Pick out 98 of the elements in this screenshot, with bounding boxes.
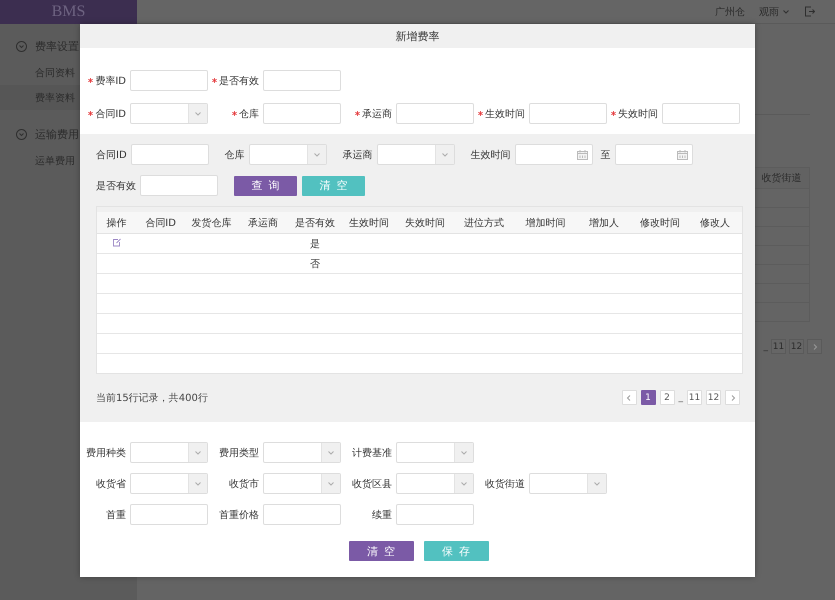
dropdown-field[interactable] — [396, 442, 474, 463]
field-label: 首重 — [106, 508, 126, 522]
date-field[interactable] — [514, 144, 593, 165]
page-button[interactable]: 11 — [687, 390, 702, 405]
page-gap: _ — [678, 392, 683, 402]
text-field[interactable] — [263, 504, 341, 525]
column-header: 失效时间 — [396, 212, 454, 234]
dropdown-field[interactable] — [130, 103, 208, 124]
column-header: 生效时间 — [341, 212, 396, 234]
column-header: 发货仓库 — [185, 212, 238, 234]
text-field[interactable] — [662, 103, 740, 124]
dialog-title: 新增费率 — [396, 28, 440, 44]
record-count: 当前15行记录，共400行 — [96, 392, 208, 404]
field-label: 是否有效 — [219, 74, 259, 88]
column-header: 修改人 — [688, 212, 742, 234]
dropdown-field[interactable] — [130, 473, 208, 494]
column-header: 操作 — [97, 212, 136, 234]
text-field[interactable] — [130, 70, 208, 91]
field-label: 是否有效 — [96, 180, 136, 192]
warehouse-label[interactable]: 广州仓 — [715, 4, 745, 18]
query-button[interactable]: 清空 — [348, 541, 414, 561]
text-field[interactable] — [140, 175, 218, 196]
text-field[interactable] — [130, 504, 208, 525]
query-button[interactable]: 查询 — [234, 176, 297, 196]
column-header: 承运商 — [238, 212, 288, 234]
field-label: 生效时间 — [470, 148, 511, 162]
dropdown-field[interactable] — [263, 442, 341, 463]
chevron-down-icon — [194, 448, 202, 456]
calendar-icon — [676, 150, 688, 160]
field-label: 收货市 — [229, 478, 259, 490]
field-label: 收货街道 — [485, 478, 525, 490]
page-button[interactable]: 12 — [789, 339, 804, 354]
field-label: 失效时间 — [618, 108, 658, 120]
dropdown-field[interactable] — [263, 473, 341, 494]
next-page-button[interactable] — [807, 339, 822, 354]
page-button[interactable]: 11 — [771, 339, 786, 354]
field-label: 承运商 — [342, 148, 373, 162]
text-field[interactable] — [263, 70, 341, 91]
field-label: 承运商 — [362, 108, 392, 120]
calendar-icon — [576, 150, 588, 160]
field-label: 至 — [600, 148, 611, 162]
page-button[interactable]: 12 — [706, 390, 721, 405]
edit-icon[interactable] — [112, 238, 122, 246]
dropdown-field[interactable] — [248, 144, 327, 165]
previous-page-button[interactable] — [622, 390, 636, 405]
field-label: 合同ID — [95, 108, 126, 120]
field-label: 计费基准 — [352, 446, 392, 460]
page-button[interactable]: 2 — [660, 390, 674, 405]
chevron-down-icon — [460, 480, 468, 488]
field-label: 收货省 — [96, 478, 126, 490]
column-header: 增加人 — [576, 212, 632, 234]
chevron-circle-icon — [16, 128, 27, 140]
chevron-down-icon — [460, 448, 468, 456]
chevron-down-icon — [593, 480, 601, 488]
field-label: 费率ID — [95, 74, 126, 88]
dropdown-field[interactable] — [529, 473, 607, 494]
text-field[interactable] — [396, 504, 474, 525]
action-button[interactable]: 保存 — [424, 541, 488, 561]
column-header: 进位方式 — [453, 212, 515, 234]
field-label: 续重 — [372, 508, 392, 522]
page-button[interactable]: 1 — [640, 390, 656, 405]
column-header: 是否有效 — [288, 212, 342, 234]
chevron-down-icon — [440, 150, 449, 158]
field-label: 费用类型 — [219, 446, 259, 460]
chevron-down-icon — [782, 8, 790, 16]
chevron-left-icon — [625, 394, 633, 402]
chevron-down-icon — [327, 448, 335, 456]
field-label: 费用种类 — [86, 446, 126, 460]
chevron-circle-icon — [16, 40, 27, 52]
text-field[interactable] — [396, 103, 474, 124]
field-label: 收货区县 — [352, 478, 392, 490]
chevron-down-icon — [312, 150, 321, 158]
chevron-down-icon — [194, 110, 202, 118]
column-header: 增加时间 — [514, 212, 577, 234]
chevron-right-icon — [810, 342, 818, 350]
text-field[interactable] — [130, 144, 209, 165]
chevron-down-icon — [327, 480, 335, 488]
chevron-down-icon — [194, 480, 202, 488]
logout-icon[interactable] — [804, 6, 815, 17]
dropdown-field[interactable] — [130, 442, 208, 463]
field-label: 仓库 — [239, 108, 259, 120]
date-field[interactable] — [614, 144, 693, 165]
chevron-right-icon — [728, 394, 736, 402]
text-field[interactable] — [529, 103, 607, 124]
action-button[interactable]: 清空 — [302, 176, 365, 196]
field-label: 首重价格 — [219, 508, 259, 522]
field-label: 合同ID — [96, 148, 127, 162]
table-cell: 否 — [288, 254, 342, 274]
table-cell: 是 — [288, 234, 342, 254]
field-label: 生效时间 — [485, 108, 525, 120]
dropdown-field[interactable] — [376, 144, 455, 165]
text-field[interactable] — [263, 103, 341, 124]
dropdown-field[interactable] — [396, 473, 474, 494]
column-header: 修改时间 — [632, 212, 688, 234]
user-name[interactable]: 观雨 — [759, 4, 779, 18]
column-header: 合同ID — [136, 212, 186, 234]
field-label: 仓库 — [224, 148, 245, 162]
page-gap: _ — [764, 342, 768, 352]
